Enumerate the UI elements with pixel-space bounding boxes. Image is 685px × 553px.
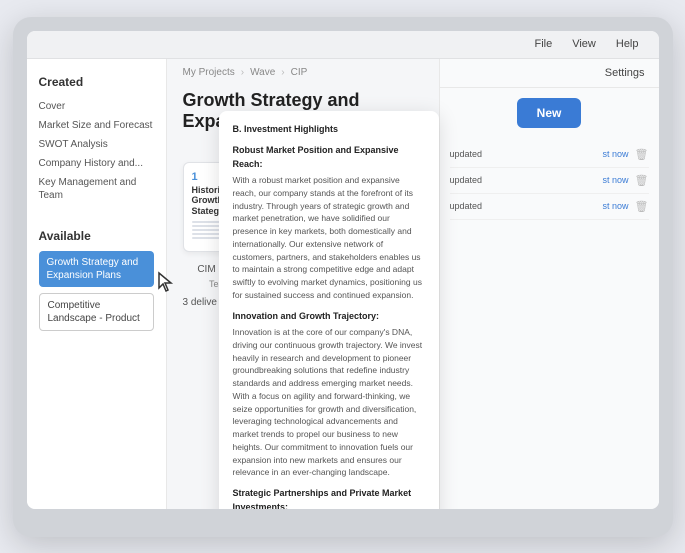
popup-section-2: Innovation and Growth Trajectory: Innova… [233,310,425,480]
sidebar-item-competitive[interactable]: Competitive Landscape - Product [39,293,154,331]
menu-bar: File View Help [27,31,659,59]
sidebar: Created Cover Market Size and Forecast S… [27,59,167,509]
breadcrumb-sep2: › [281,67,284,78]
menu-view[interactable]: View [572,38,596,50]
breadcrumb-wave[interactable]: Wave [250,67,275,78]
sidebar-item-market[interactable]: Market Size and Forecast [39,116,154,135]
laptop-frame: File View Help Created Cover Market Size… [13,17,673,537]
sidebar-item-swot[interactable]: SWOT Analysis [39,135,154,154]
text-popup: B. Investment Highlights Robust Market P… [219,111,439,509]
breadcrumb-sep1: › [241,67,244,78]
right-item-3-status: updated [450,201,483,211]
settings-bar: Settings [440,59,659,88]
popup-section-1: Robust Market Position and Expansive Rea… [233,144,425,302]
new-button[interactable]: New [517,98,582,128]
sidebar-available-title: Available [39,229,154,243]
breadcrumb-cip[interactable]: CIP [291,67,308,78]
right-item-2-actions: st now 🗑 [603,174,649,187]
sidebar-item-cover[interactable]: Cover [39,97,154,116]
right-item-1-status: updated [450,149,483,159]
right-item-3-actions: st now 🗑 [603,200,649,213]
right-item-3-action[interactable]: st now [603,201,629,211]
right-items-list: updated st now 🗑 updated st now 🗑 [440,138,659,509]
right-item-3: updated st now 🗑 [450,194,649,220]
right-item-2-status: updated [450,175,483,185]
popup-section-2-heading: Innovation and Growth Trajectory: [233,310,425,324]
screen: File View Help Created Cover Market Size… [27,31,659,509]
popup-section-2-body: Innovation is at the core of our company… [233,326,425,479]
trash-icon-3[interactable]: 🗑 [635,200,649,213]
trash-icon-2[interactable]: 🗑 [635,174,649,187]
popup-section-b-heading: B. Investment Highlights [233,123,425,137]
menu-help[interactable]: Help [616,38,639,50]
right-item-2: updated st now 🗑 [450,168,649,194]
breadcrumb-projects[interactable]: My Projects [183,67,235,78]
breadcrumb: My Projects › Wave › CIP [167,59,439,86]
popup-section-b: B. Investment Highlights [233,123,425,137]
sidebar-item-company[interactable]: Company History and... [39,154,154,173]
sidebar-item-growth[interactable]: Growth Strategy and Expansion Plans [39,251,154,287]
trash-icon-1[interactable]: 🗑 [635,148,649,161]
right-item-1: updated st now 🗑 [450,142,649,168]
popup-section-1-body: With a robust market position and expans… [233,174,425,302]
sidebar-created-title: Created [39,75,154,89]
popup-section-1-heading: Robust Market Position and Expansive Rea… [233,144,425,171]
right-item-1-action[interactable]: st now [603,149,629,159]
popup-section-3-heading: Strategic Partnerships and Private Marke… [233,487,425,509]
sidebar-item-key[interactable]: Key Management and Team [39,173,154,205]
right-item-2-action[interactable]: st now [603,175,629,185]
right-panel: Settings New updated st now 🗑 updated st… [439,59,659,509]
menu-file[interactable]: File [534,38,552,50]
popup-section-3: Strategic Partnerships and Private Marke… [233,487,425,509]
right-item-1-actions: st now 🗑 [603,148,649,161]
